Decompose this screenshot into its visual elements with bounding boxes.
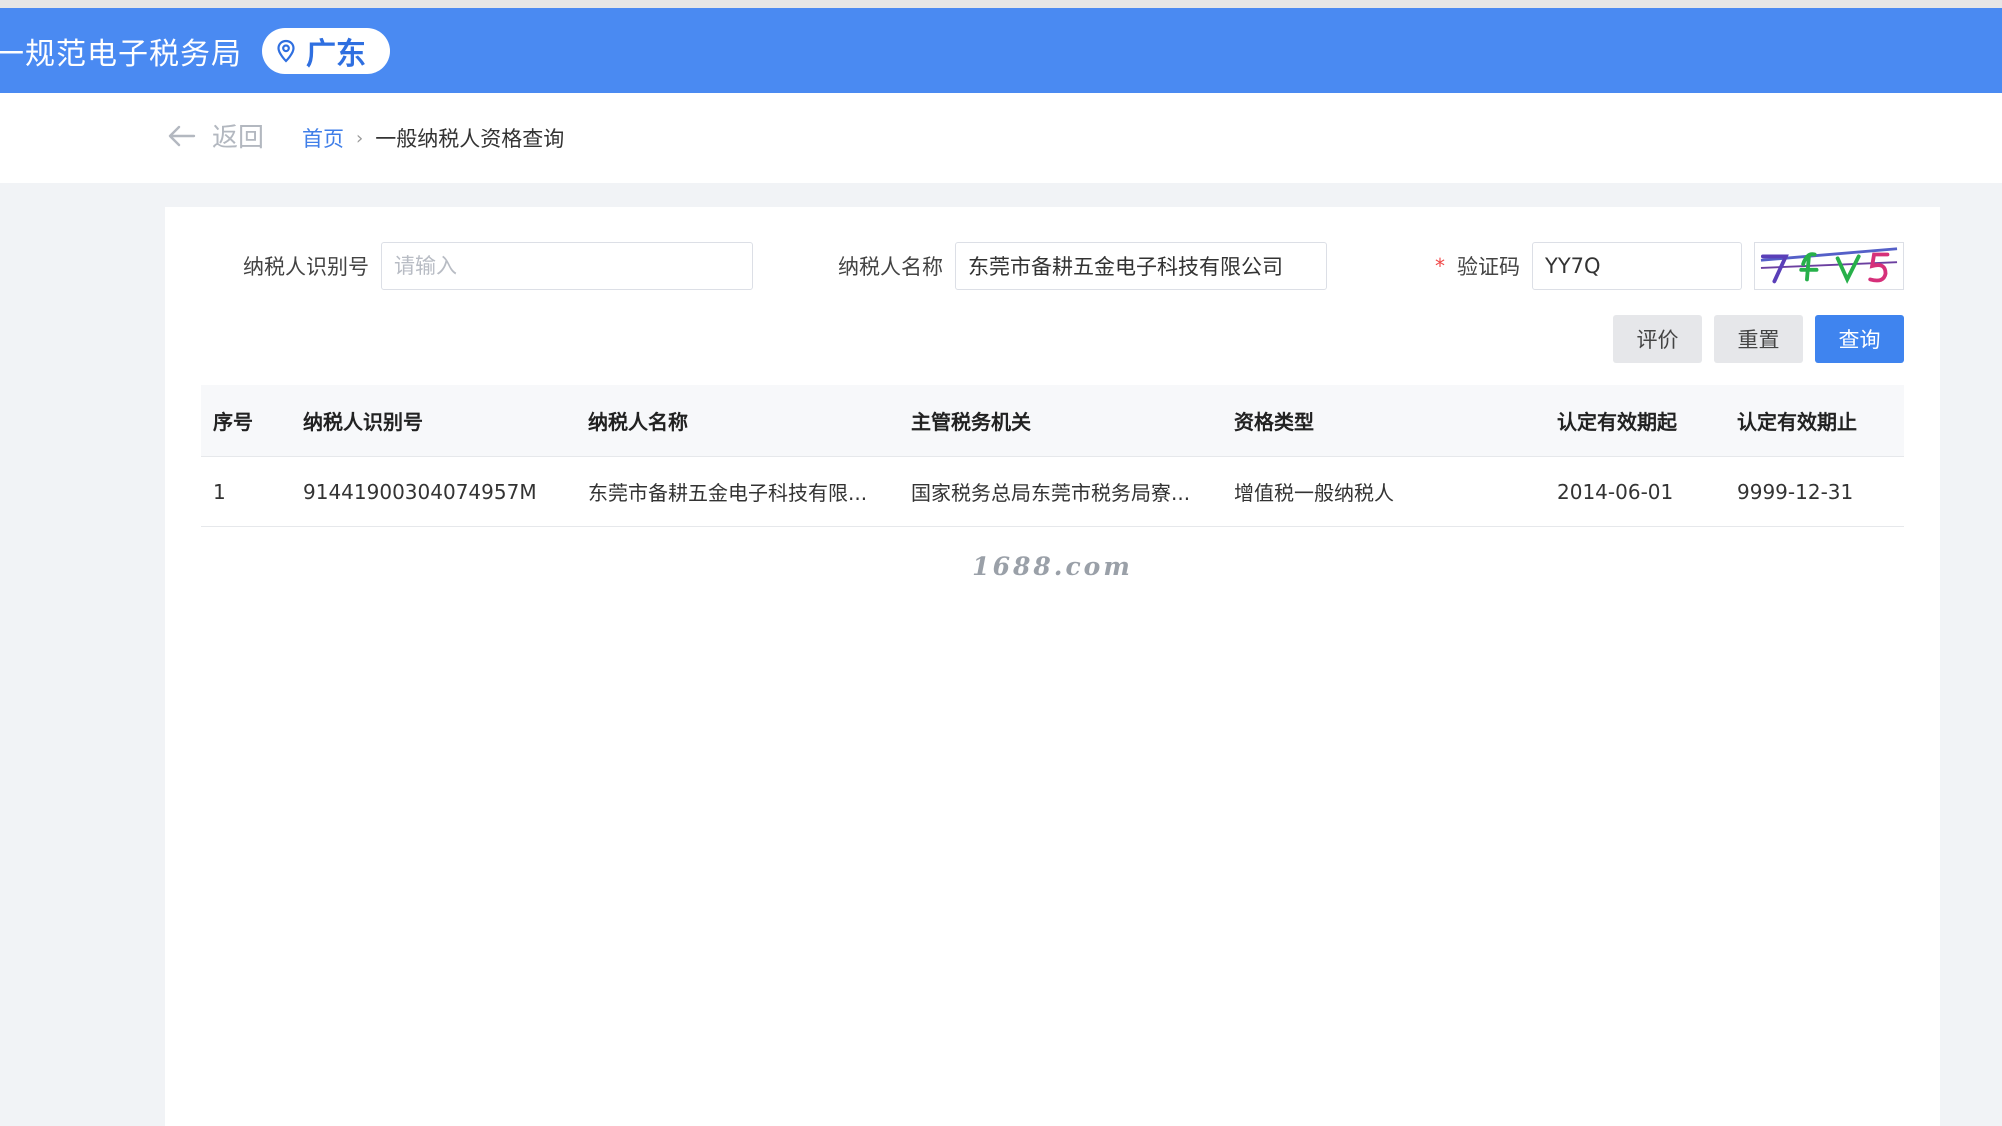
evaluate-button[interactable]: 评价 <box>1613 315 1702 363</box>
location-pin-icon <box>277 39 295 63</box>
reset-button[interactable]: 重置 <box>1714 315 1803 363</box>
navigation-bar: 返回 首页 › 一般纳税人资格查询 <box>0 93 2002 183</box>
action-buttons: 评价 重置 查询 <box>1613 315 1904 363</box>
taxpayer-name-label: 纳税人名称 <box>838 255 943 279</box>
breadcrumb-separator: › <box>356 127 364 149</box>
table-header: 序号 纳税人识别号 纳税人名称 主管税务机关 资格类型 认定有效期起 认定有效期… <box>201 385 1904 457</box>
taxpayer-id-input[interactable] <box>381 242 753 290</box>
browser-top-edge <box>0 0 2002 8</box>
column-header-taxpayer-name: 纳税人名称 <box>588 410 688 434</box>
app-title: 一规范电子税务局 <box>0 36 242 72</box>
cell-valid-to: 9999-12-31 <box>1737 479 1854 504</box>
captcha-label: 验证码 <box>1457 255 1520 279</box>
cell-taxpayer-id: 91441900304074957M <box>303 479 537 504</box>
captcha-field: * 验证码 <box>1435 242 1742 290</box>
taxpayer-id-label: 纳税人识别号 <box>243 255 369 279</box>
column-header-valid-to: 认定有效期止 <box>1737 410 1857 434</box>
taxpayer-name-input[interactable] <box>955 242 1327 290</box>
column-header-taxpayer-id: 纳税人识别号 <box>303 410 423 434</box>
cell-valid-from: 2014-06-01 <box>1557 479 1674 504</box>
table-row[interactable]: 1 91441900304074957M 东莞市备耕五金电子科技有限... 国家… <box>201 457 1904 527</box>
cell-taxpayer-name: 东莞市备耕五金电子科技有限... <box>588 481 868 505</box>
back-label: 返回 <box>212 123 265 153</box>
region-selector[interactable]: 广东 <box>262 27 390 74</box>
cell-qualification-type: 增值税一般纳税人 <box>1234 481 1394 505</box>
search-form: 纳税人识别号 纳税人名称 * 验证码 <box>165 242 1940 290</box>
watermark: 1688.com <box>972 552 1133 581</box>
cell-index: 1 <box>213 479 226 504</box>
column-header-index: 序号 <box>213 410 253 434</box>
taxpayer-id-field: 纳税人识别号 <box>243 242 753 290</box>
query-card: 纳税人识别号 纳税人名称 * 验证码 评价 重置 查询 序号 纳税人识别号 纳税… <box>165 207 1940 1126</box>
app-header: 一规范电子税务局 广东 <box>0 8 2002 93</box>
cell-tax-authority: 国家税务总局东莞市税务局寮... <box>911 481 1191 505</box>
column-header-valid-from: 认定有效期起 <box>1557 410 1677 434</box>
region-label: 广东 <box>306 36 366 72</box>
arrow-left-icon <box>168 125 196 146</box>
column-header-qualification-type: 资格类型 <box>1234 410 1314 434</box>
captcha-image[interactable] <box>1754 242 1904 290</box>
back-button[interactable]: 返回 <box>168 117 264 154</box>
breadcrumb-current: 一般纳税人资格查询 <box>375 127 565 151</box>
breadcrumb-home-link[interactable]: 首页 <box>302 123 344 153</box>
results-table: 序号 纳税人识别号 纳税人名称 主管税务机关 资格类型 认定有效期起 认定有效期… <box>201 385 1904 527</box>
required-mark: * <box>1435 254 1445 278</box>
captcha-input[interactable] <box>1532 242 1742 290</box>
breadcrumb: 首页 › 一般纳税人资格查询 <box>302 123 564 153</box>
column-header-tax-authority: 主管税务机关 <box>911 410 1031 434</box>
query-button[interactable]: 查询 <box>1815 315 1904 363</box>
taxpayer-name-field: 纳税人名称 <box>838 242 1327 290</box>
